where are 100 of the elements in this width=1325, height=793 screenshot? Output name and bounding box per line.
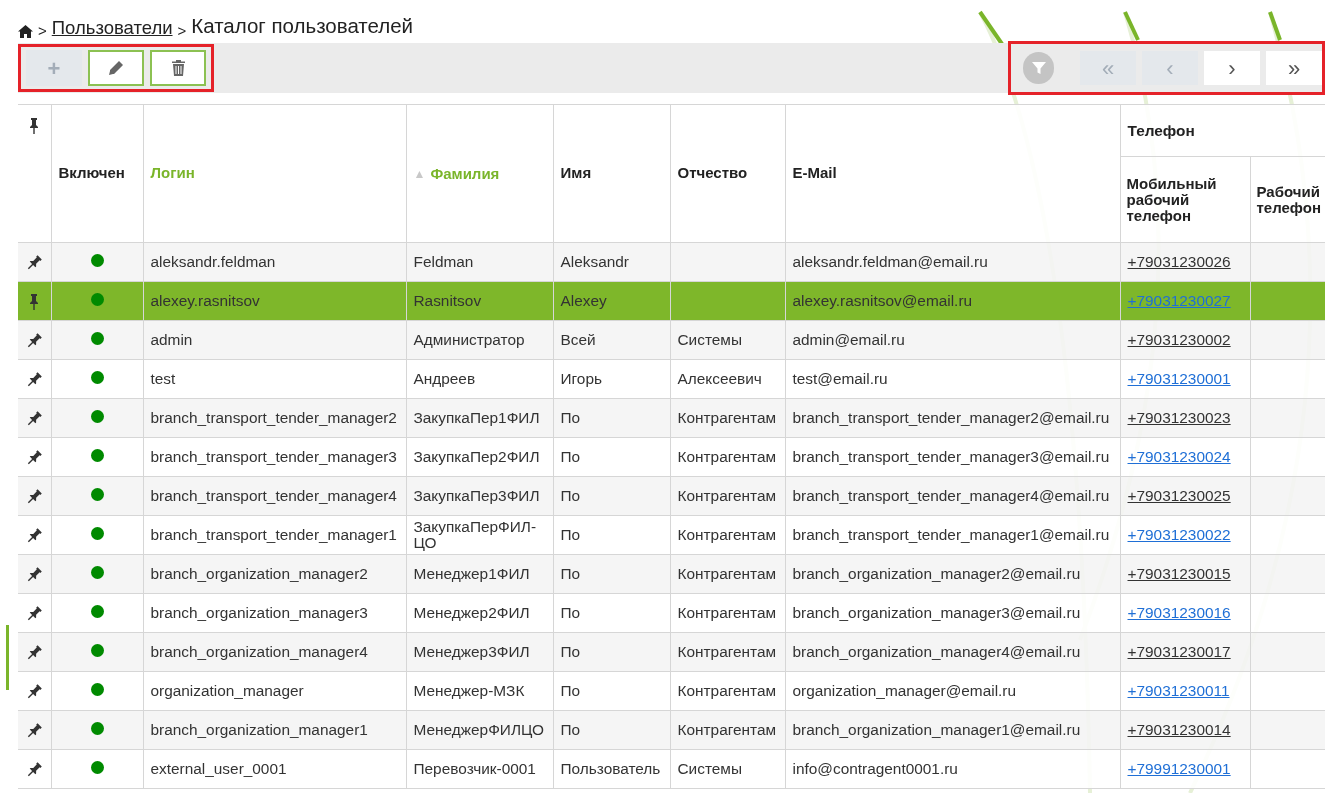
table-cell: branch_organization_manager4 [150,643,368,660]
table-cell: branch_organization_manager3@email.ru [792,604,1081,621]
filter-icon [1031,61,1046,75]
table-cell: По [560,526,581,543]
table-cell: Alexey [560,292,607,309]
table-cell: external_user_0001 [150,760,287,777]
table-cell: Контрагентам [677,643,777,660]
table-cell: По [560,643,581,660]
table-row[interactable]: branch_transport_tender_manager1 ЗакупкаПерФИЛ-ЦО По Контрагентам branch_transport_tender_manager1@email.ru +79031230022 [18,515,1325,555]
table-row[interactable]: branch_transport_tender_manager4 ЗакупкаПер3ФИЛ По Контрагентам branch_transport_tender_manager4@email.ru +79031230025 [18,476,1325,516]
side-accent [6,625,9,690]
table-cell: aleksandr.feldman@email.ru [792,253,988,270]
table-cell: Всей [560,331,596,348]
table-cell: test [150,370,176,387]
table-cell: Контрагентам [677,721,777,738]
pencil-icon [108,60,124,76]
table-cell: Контрагентам [677,487,777,504]
table-row[interactable]: branch_organization_manager3 Менеджер2ФИЛ По Контрагентам branch_organization_manager3@email.ru +79031230016 [18,593,1325,633]
table-cell: test@email.ru [792,370,888,387]
table-cell: Менеджер2ФИЛ [413,604,530,621]
table-cell: Администратор [413,331,525,348]
table-cell: organization_manager [150,682,304,699]
edit-button[interactable] [88,50,144,86]
delete-button[interactable] [150,50,206,86]
table-row[interactable]: branch_transport_tender_manager2 ЗакупкаПер1ФИЛ По Контрагентам branch_transport_tender_manager2@email.ru +79031230023 [18,398,1325,438]
table-cell: По [560,409,581,426]
table-row[interactable]: test Андреев Игорь Алексеевич test@email.ru +79031230001 [18,359,1325,399]
table-cell: Игорь [560,370,602,387]
table-cell: Пользователь [560,760,661,777]
column-group-header: Телефон [1127,121,1195,139]
table-cell: По [560,487,581,504]
table-cell: По [560,604,581,621]
table-cell: Rasnitsov [413,292,482,309]
table-cell: МенеджерФИЛЦО [413,721,545,738]
table-cell: Контрагентам [677,604,777,621]
table-cell: branch_transport_tender_manager3@email.ru [792,448,1110,465]
table-cell: branch_transport_tender_manager2@email.ru [792,409,1110,426]
breadcrumb-separator: > [177,20,187,41]
table-cell: branch_transport_tender_manager3 [150,448,397,465]
sort-indicator: ▲ [413,165,426,183]
table-cell: ЗакупкаПер2ФИЛ [413,448,540,465]
table-cell: admin@email.ru [792,331,905,348]
table-cell: admin [150,331,193,348]
column-header[interactable]: E-Mail [792,162,837,185]
table-row[interactable]: aleksandr.feldman Feldman Aleksandr aleksandr.feldman@email.ru +79031230026 [18,242,1325,282]
column-header[interactable]: Отчество [677,162,748,185]
table-row[interactable]: alexey.rasnitsov Rasnitsov Alexey alexey.rasnitsov@email.ru +79031230027 [18,281,1325,321]
table-cell: Контрагентам [677,448,777,465]
pager-button[interactable]: » [1266,51,1322,85]
table-cell: Менеджер-МЗК [413,682,525,699]
table-cell: branch_transport_tender_manager1 [150,526,397,543]
table-cell: branch_organization_manager3 [150,604,368,621]
table-row[interactable]: organization_manager Менеджер-МЗК По Контрагентам organization_manager@email.ru +79031230011 [18,671,1325,711]
breadcrumb-link[interactable]: Пользователи [51,14,173,42]
table-cell: ЗакупкаПер1ФИЛ [413,409,540,426]
table-cell: branch_transport_tender_manager4@email.ru [792,487,1110,504]
pin-icon[interactable] [29,294,40,311]
table-row[interactable]: admin Администратор Всей Системы admin@email.ru +79031230002 [18,320,1325,360]
table-cell: organization_manager@email.ru [792,682,1017,699]
table-cell: ЗакупкаПер3ФИЛ [413,487,540,504]
home-icon[interactable] [18,25,33,38]
table-cell: branch_organization_manager1 [150,721,368,738]
table-cell: branch_transport_tender_manager1@email.ru [792,526,1110,543]
table-cell: branch_organization_manager1@email.ru [792,721,1081,738]
trash-icon [171,60,185,76]
table-cell: branch_organization_manager2 [150,565,368,582]
table-cell: По [560,448,581,465]
table-cell: alexey.rasnitsov@email.ru [792,292,973,309]
table-cell: Системы [677,331,742,348]
table-cell: Контрагентам [677,409,777,426]
table-cell: Системы [677,760,742,777]
table-cell: Контрагентам [677,682,777,699]
table-row[interactable]: branch_organization_manager1 МенеджерФИЛЦО По Контрагентам branch_organization_manager1@email.ru +79031230014 [18,710,1325,750]
table-cell: branch_organization_manager4@email.ru [792,643,1081,660]
table-row[interactable]: branch_organization_manager4 Менеджер3ФИЛ По Контрагентам branch_organization_manager4@email.ru +79031230017 [18,632,1325,672]
table-row[interactable]: branch_transport_tender_manager3 ЗакупкаПер2ФИЛ По Контрагентам branch_transport_tender_manager3@email.ru +79031230024 [18,437,1325,477]
pin-icon[interactable] [29,117,40,134]
table-cell: Менеджер1ФИЛ [413,565,530,582]
table-cell: Алексеевич [677,370,762,387]
table-cell: Aleksandr [560,253,629,270]
table-cell: Андреев [413,370,476,387]
breadcrumb-separator: > [38,20,47,41]
table-cell: branch_organization_manager2@email.ru [792,565,1081,582]
table-row[interactable]: branch_organization_manager2 Менеджер1ФИЛ По Контрагентам branch_organization_manager2@email.ru +79031230015 [18,554,1325,594]
table-cell: aleksandr.feldman [150,253,276,270]
table-cell: branch_transport_tender_manager4 [150,487,397,504]
column-header[interactable]: Имя [560,162,592,185]
table-cell: Контрагентам [677,565,777,582]
table-cell: Менеджер3ФИЛ [413,643,530,660]
table-cell: По [560,565,581,582]
table-cell: По [560,721,581,738]
column-header[interactable]: Включен [58,162,125,185]
table-cell: Контрагентам [677,526,777,543]
table-cell: Feldman [413,253,474,270]
table-row[interactable]: external_user_0001 Перевозчик-0001 Пользователь Системы info@contragent0001.ru +79991230001 [18,749,1325,789]
table-cell: alexey.rasnitsov [150,292,260,309]
table-cell: info@contragent0001.ru [792,760,958,777]
table-cell: branch_transport_tender_manager2 [150,409,397,426]
table-cell: ЗакупкаПерФИЛ-ЦО [413,518,537,551]
pager-button[interactable]: › [1204,51,1260,85]
